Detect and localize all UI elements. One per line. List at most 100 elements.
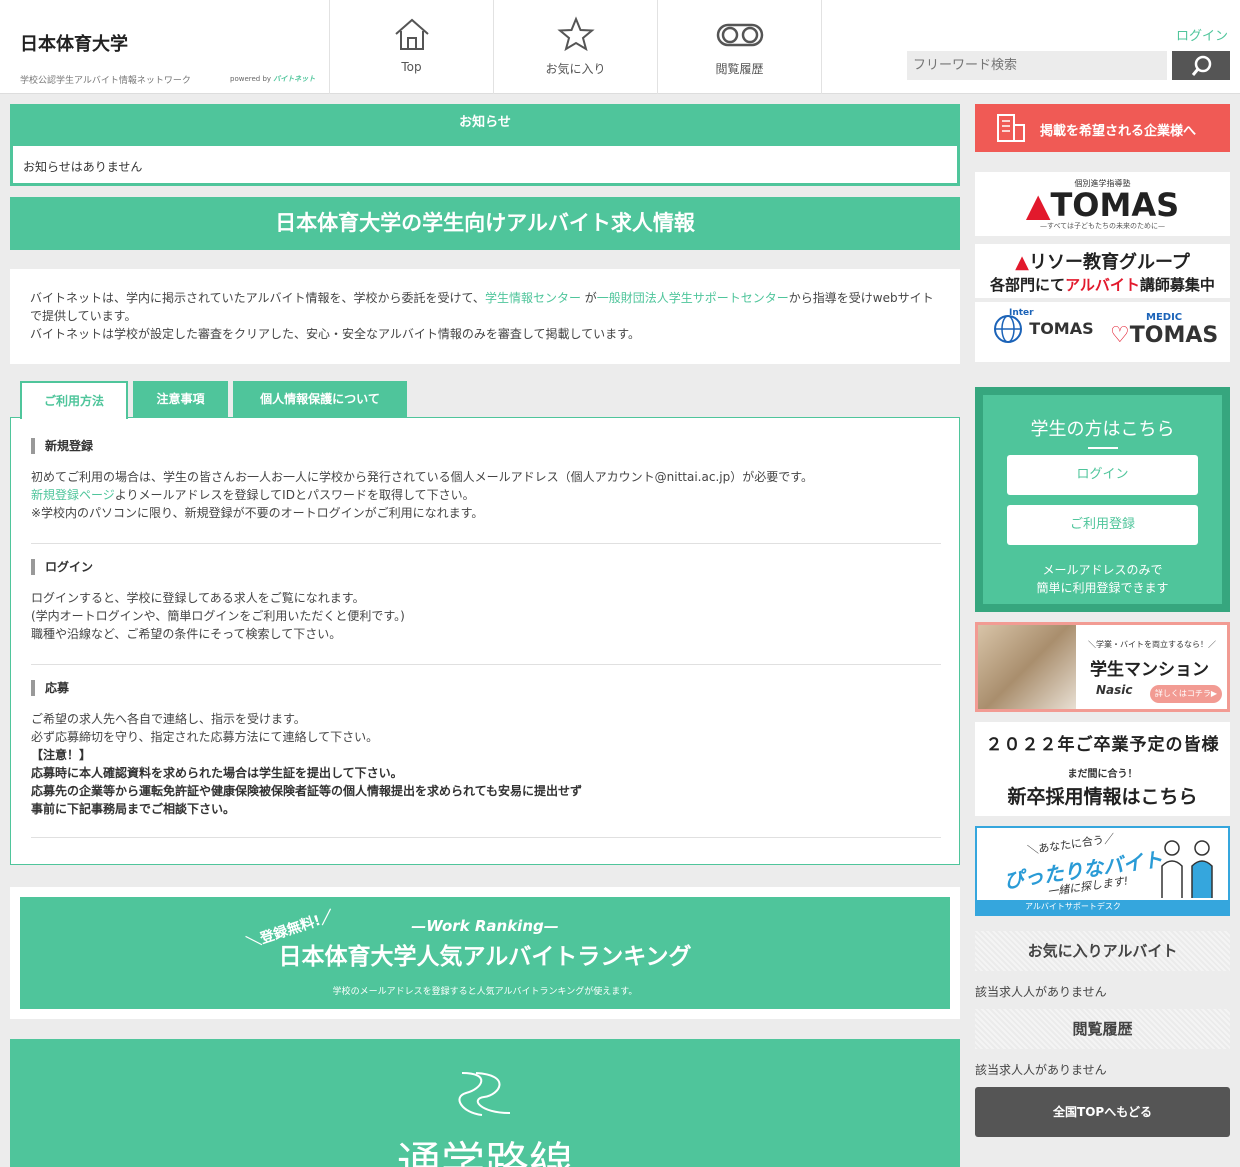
student-register-button[interactable]: ご利用登録 [1007, 505, 1198, 545]
page-title: 日本体育大学の学生向けアルバイト求人情報 [10, 197, 960, 250]
link-student-info-center[interactable]: 学生情報センター [485, 291, 581, 305]
tab-usage[interactable]: ご利用方法 [20, 381, 128, 419]
link-student-support-center[interactable]: 一般財団法人学生サポートセンター [597, 291, 789, 305]
nasic-logo: Nasic [1096, 683, 1133, 697]
ranking-title: 日本体育大学人気アルバイトランキング [278, 944, 692, 970]
section-register-heading: 新規登録 [31, 438, 941, 454]
section-register-body: 初めてご利用の場合は、学生の皆さんお一人お一人に学校から発行されている個人メール… [31, 468, 941, 522]
powered-prefix: powered by [230, 75, 272, 83]
register-line-2: よりメールアドレスを登録してIDとパスワードを取得して下さい。 [114, 488, 475, 502]
nav-favorites[interactable]: お気に入り [494, 0, 658, 94]
baito-support-banner[interactable]: ＼あなたに合う／ ぴったりなバイト 一緒に探します! アルバイトサポートデスク [975, 826, 1230, 916]
commute-route-section: 通学路線 [10, 1039, 960, 1167]
tomas-logo: ▲TOMAS [1025, 186, 1180, 224]
inter-tomas-logo: Inter TOMAS [993, 308, 1094, 344]
brand-subtitle: 学校公認学生アルバイト情報ネットワーク [20, 76, 191, 86]
staff-illustration-icon [1161, 840, 1213, 898]
site-header: 日本体育大学 学校公認学生アルバイト情報ネットワーク powered by バイ… [0, 0, 1240, 94]
section-apply-heading: 応募 [31, 680, 941, 696]
medic-tomas-logo: MEDIC ♡TOMAS [1110, 312, 1219, 348]
section-register: 新規登録 初めてご利用の場合は、学生の皆さんお一人お一人に学校から発行されている… [31, 438, 941, 544]
room-photo [978, 625, 1076, 709]
building-icon [997, 114, 1025, 142]
nav-top-label: Top [401, 60, 422, 74]
medic-tomas-text: TOMAS [1129, 323, 1219, 348]
student-box-note: メールアドレスのみで 簡単に利用登録できます [983, 561, 1222, 597]
notice-box: お知らせ お知らせはありません [10, 104, 960, 186]
commute-route-title: 通学路線 [397, 1138, 573, 1167]
apply-line-4: 応募時に本人確認資料を求められた場合は学生証を提出して下さい。 [31, 766, 403, 780]
intro-text-1: バイトネットは、学内に掲示されていたアルバイト情報を、学校から委託を受けて、 [30, 291, 485, 305]
brand-block[interactable]: 日本体育大学 学校公認学生アルバイト情報ネットワーク powered by バイ… [0, 0, 330, 94]
search-button[interactable] [1172, 51, 1230, 80]
section-apply: 応募 ご希望の求人先へ各自で連絡し、指示を受けます。 必ず応募締切を守り、指定さ… [31, 680, 941, 838]
ranking-banner[interactable]: —Work Ranking— ＼登録無料!／ 日本体育大学人気アルバイトランキン… [20, 897, 950, 1009]
tab-privacy[interactable]: 個人情報保護について [233, 381, 407, 418]
favorites-heading: お気に入りアルバイト [975, 931, 1230, 971]
link-new-registration[interactable]: 新規登録ページ [31, 488, 115, 502]
history-heading: 閲覧履歴 [975, 1009, 1230, 1049]
ranking-subtitle: 学校のメールアドレスを登録すると人気アルバイトランキングが使えます。 [332, 987, 638, 997]
inter-tag: Inter [1009, 308, 1034, 318]
riso-banner[interactable]: ▲リソー教育グループ 各部門にてアルバイト講師募集中 [975, 244, 1230, 298]
mansion-small-text: ＼学業・バイトを両立するなら！／ [1088, 640, 1216, 649]
apply-line-6: 事前に下記事務局までご相談下さい。 [31, 802, 236, 816]
star-icon [557, 16, 595, 52]
section-apply-body: ご希望の求人先へ各自で連絡し、指示を受けます。 必ず応募締切を守り、指定された応… [31, 710, 941, 818]
baito-bar-text: アルバイトサポートデスク [977, 900, 1228, 914]
student-mansion-banner[interactable]: ＼学業・バイトを両立するなら！／ 学生マンション Nasic 詳しくはコチラ▶ [975, 622, 1230, 712]
ranking-banner-wrap: —Work Ranking— ＼登録無料!／ 日本体育大学人気アルバイトランキン… [10, 887, 960, 1019]
graduate-recruit-banner[interactable]: ２０２２年ご卒業予定の皆様 まだ間に合う！ 新卒採用情報はこちら [975, 722, 1230, 816]
student-login-box: 学生の方はこちら ログイン ご利用登録 メールアドレスのみで 簡単に利用登録でき… [975, 387, 1230, 612]
login-line-1: ログインすると、学校に登録してある求人をご覧になれます。 [31, 591, 365, 605]
riso-logo: ▲リソー教育グループ [1015, 252, 1190, 273]
tab-notes[interactable]: 注意事項 [133, 381, 228, 418]
riso-sub-c: 講師募集中 [1139, 276, 1215, 294]
tomas-logo-text: TOMAS [1050, 186, 1180, 224]
grad-line-1: ２０２２年ご卒業予定の皆様 [985, 735, 1220, 755]
nav-top[interactable]: Top [330, 0, 494, 94]
riso-sub-b: アルバイト [1065, 276, 1140, 294]
tomas-logos-banner[interactable]: Inter TOMAS MEDIC ♡TOMAS [975, 302, 1230, 362]
back-to-national-top-button[interactable]: 全国TOPへもどる [975, 1087, 1230, 1137]
login-line-3: 職種や沿線など、ご希望の条件にそって検索して下さい。 [31, 627, 342, 641]
advertise-button[interactable]: 掲載を希望される企業様へ [975, 104, 1230, 152]
section-login-heading: ログイン [31, 559, 941, 575]
search-input[interactable] [907, 51, 1167, 80]
riso-subtitle: 各部門にてアルバイト講師募集中 [975, 274, 1230, 295]
glasses-icon [716, 23, 764, 47]
nav-history[interactable]: 閲覧履歴 [658, 0, 822, 94]
tomas-banner[interactable]: 個別進学指導塾 ▲TOMAS —すべては子どもたちの未来のために— [975, 172, 1230, 236]
section-login: ログイン ログインすると、学校に登録してある求人をご覧になれます。 (学内オート… [31, 559, 941, 665]
home-icon [395, 18, 429, 50]
globe-icon [994, 315, 1022, 343]
powered-brand: バイトネット [273, 75, 316, 83]
riso-sub-a: 各部門にて [990, 276, 1066, 294]
header-login-link[interactable]: ログイン [1176, 25, 1228, 44]
apply-line-3: 【注意！】 [31, 748, 92, 762]
mansion-detail-button[interactable]: 詳しくはコチラ▶ [1150, 685, 1222, 703]
tomas-tagline: —すべては子どもたちの未来のために— [1039, 222, 1166, 230]
apply-line-5: 応募先の企業等から運転免許証や健康保険被保険者証等の個人情報提出を求められても安… [31, 784, 583, 798]
notice-body: お知らせはありません [13, 146, 957, 183]
search-icon [1191, 55, 1212, 76]
inter-tomas-text: TOMAS [1029, 319, 1094, 338]
tab-panel-usage: 新規登録 初めてご利用の場合は、学生の皆さんお一人お一人に学校から発行されている… [10, 417, 960, 865]
student-note-1: メールアドレスのみで [1042, 563, 1163, 577]
mansion-title: 学生マンション [1090, 660, 1209, 680]
student-box-divider [1088, 447, 1118, 449]
road-icon [458, 1072, 511, 1116]
notice-title: お知らせ [459, 115, 511, 130]
advertise-button-label: 掲載を希望される企業様へ [1040, 124, 1197, 139]
student-login-button[interactable]: ログイン [1007, 455, 1198, 495]
student-note-2: 簡単に利用登録できます [1036, 581, 1169, 595]
intro-text: バイトネットは、学内に掲示されていたアルバイト情報を、学校から委託を受けて、学生… [10, 269, 960, 364]
apply-line-1: ご希望の求人先へ各自で連絡し、指示を受けます。 [31, 712, 306, 726]
ranking-en-title: —Work Ranking— [411, 917, 559, 935]
powered-by: powered by バイトネット [230, 74, 315, 84]
register-line-1: 初めてご利用の場合は、学生の皆さんお一人お一人に学校から発行されている個人メール… [31, 470, 814, 484]
history-empty: 該当求人人がありません [975, 1063, 1107, 1077]
grad-line-3: 新卒採用情報はこちら [1007, 786, 1198, 808]
nav-favorites-label: お気に入り [545, 62, 606, 76]
medic-small: MEDIC [1146, 312, 1183, 323]
